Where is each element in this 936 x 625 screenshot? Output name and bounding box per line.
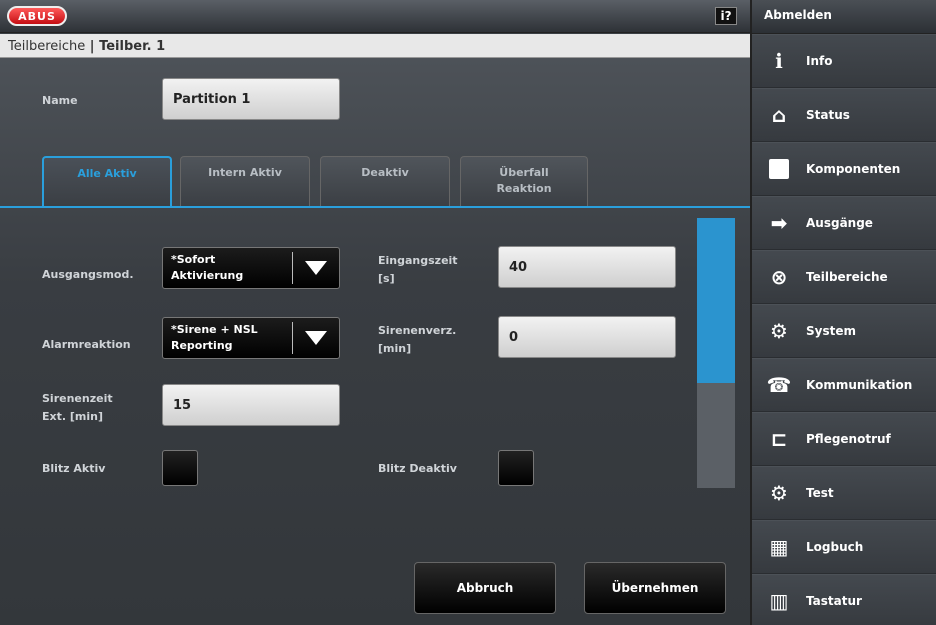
breadcrumb: Teilbereiche | Teilber. 1 — [0, 34, 750, 58]
label-line2: Ext. [min] — [42, 410, 103, 423]
dropdown-arrow-icon — [305, 261, 327, 275]
tab-label: Überfall — [499, 166, 549, 179]
label-line1: Eingangszeit — [378, 254, 458, 267]
abus-logo: ABUS — [7, 6, 67, 26]
sidebar-item-label: Status — [806, 108, 850, 122]
sidebar-item-info[interactable]: ℹ Info — [752, 34, 936, 88]
main-panel: Name Partition 1 Alle Aktiv Intern Aktiv… — [0, 58, 750, 625]
breadcrumb-current: Teilber. 1 — [99, 39, 166, 54]
sirenenzeit-label: Sirenenzeit Ext. [min] — [42, 390, 113, 426]
keypad-icon: ▥ — [769, 589, 789, 613]
gears-icon: ⚙ — [770, 319, 788, 343]
dropdown-arrow-icon — [305, 331, 327, 345]
sirenenverz-label: Sirenenverz. [min] — [378, 322, 456, 358]
eingangszeit-field[interactable]: 40 — [498, 246, 676, 288]
tab-label-line2: Reaktion — [496, 182, 552, 195]
partition-icon: ⊗ — [770, 265, 788, 289]
tab-label: Alle Aktiv — [77, 167, 137, 180]
sidebar-item-label: Ausgänge — [806, 216, 873, 230]
breadcrumb-separator: | — [85, 39, 100, 54]
info-icon: ℹ — [775, 49, 783, 73]
blitz-aktiv-label: Blitz Aktiv — [42, 462, 106, 475]
sidebar-item-pflegenotruf[interactable]: ⊏ Pflegenotruf — [752, 412, 936, 466]
sidebar-item-logbuch[interactable]: ▦ Logbuch — [752, 520, 936, 574]
sidebar-item-system[interactable]: ⚙ System — [752, 304, 936, 358]
sidebar-item-ausgaenge[interactable]: ➡ Ausgänge — [752, 196, 936, 250]
sidebar-item-label: Pflegenotruf — [806, 432, 891, 446]
logout-button[interactable]: Abmelden — [752, 0, 936, 34]
sidebar-item-label: Info — [806, 54, 833, 68]
ausgangsmod-select[interactable]: *Sofort Aktivierung — [162, 247, 340, 289]
telephone-icon: ☎ — [766, 373, 792, 397]
tab-intern-aktiv[interactable]: Intern Aktiv — [180, 156, 310, 206]
scrollbar[interactable] — [697, 218, 735, 488]
tab-ueberfall-reaktion[interactable]: Überfall Reaktion — [460, 156, 588, 206]
breadcrumb-parent[interactable]: Teilbereiche — [8, 39, 85, 54]
sidebar-item-tastatur[interactable]: ▥ Tastatur — [752, 574, 936, 625]
label-line1: Sirenenzeit — [42, 392, 113, 405]
house-icon: ⌂ — [771, 103, 787, 127]
tab-label: Deaktiv — [361, 166, 409, 179]
sidebar-item-label: Kommunikation — [806, 378, 913, 392]
sidebar-item-komponenten[interactable]: Komponenten — [752, 142, 936, 196]
square-icon — [766, 156, 792, 182]
sidebar-item-test[interactable]: ⚙ Test — [752, 466, 936, 520]
tab-underline — [0, 206, 750, 208]
cancel-button[interactable]: Abbruch — [414, 562, 556, 614]
select-separator — [292, 322, 293, 354]
sidebar: Abmelden ℹ Info ⌂ Status Komponenten ➡ A… — [750, 0, 936, 625]
calendar-icon: ▦ — [769, 535, 789, 559]
tab-deaktiv[interactable]: Deaktiv — [320, 156, 450, 206]
blitz-deaktiv-label: Blitz Deaktiv — [378, 462, 457, 475]
alarmreaktion-label: Alarmreaktion — [42, 338, 131, 351]
blitz-aktiv-checkbox[interactable] — [162, 450, 198, 486]
sidebar-item-teilbereiche[interactable]: ⊗ Teilbereiche — [752, 250, 936, 304]
top-bar: ABUS i? — [0, 0, 750, 33]
gears-icon: ⚙ — [770, 481, 788, 505]
sidebar-item-kommunikation[interactable]: ☎ Kommunikation — [752, 358, 936, 412]
name-label: Name — [42, 94, 78, 107]
apply-button[interactable]: Übernehmen — [584, 562, 726, 614]
tab-label: Intern Aktiv — [208, 166, 282, 179]
bed-icon: ⊏ — [770, 427, 788, 451]
exit-arrow-icon: ➡ — [770, 211, 788, 235]
ausgangsmod-label: Ausgangsmod. — [42, 268, 134, 281]
scrollbar-thumb[interactable] — [697, 218, 735, 383]
label-line1: Sirenenverz. — [378, 324, 457, 337]
name-field[interactable]: Partition 1 — [162, 78, 340, 120]
sidebar-item-status[interactable]: ⌂ Status — [752, 88, 936, 142]
label-line2: [s] — [378, 272, 395, 285]
sidebar-item-label: Komponenten — [806, 162, 901, 176]
label-line2: [min] — [378, 342, 412, 355]
sidebar-item-label: Teilbereiche — [806, 270, 888, 284]
sidebar-item-label: System — [806, 324, 856, 338]
blitz-deaktiv-checkbox[interactable] — [498, 450, 534, 486]
help-icon[interactable]: i? — [715, 7, 737, 25]
sidebar-item-label: Tastatur — [806, 594, 862, 608]
sidebar-item-label: Test — [806, 486, 834, 500]
sirenenverz-field[interactable]: 0 — [498, 316, 676, 358]
sidebar-item-label: Logbuch — [806, 540, 864, 554]
tab-alle-aktiv[interactable]: Alle Aktiv — [42, 156, 172, 208]
eingangszeit-label: Eingangszeit [s] — [378, 252, 458, 288]
sirenenzeit-field[interactable]: 15 — [162, 384, 340, 426]
alarmreaktion-select[interactable]: *Sirene + NSL Reporting — [162, 317, 340, 359]
select-separator — [292, 252, 293, 284]
